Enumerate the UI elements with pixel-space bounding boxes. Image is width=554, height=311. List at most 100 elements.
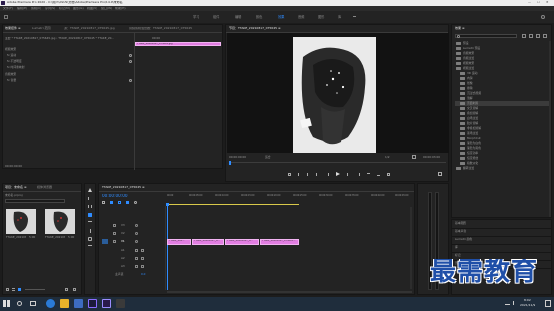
wrench-icon[interactable]	[412, 155, 416, 159]
playhead-marker-icon[interactable]	[229, 161, 231, 165]
effects-tree-item[interactable]: 渐隐为黑色	[455, 146, 550, 151]
menu-marker[interactable]: 标记(M)	[59, 7, 70, 10]
workspace-audio[interactable]: 音频	[298, 15, 304, 19]
timeline-clip[interactable]: TTAKE_202...	[167, 239, 191, 245]
taskbar-date[interactable]: 2021/11/9	[520, 304, 535, 307]
lift-icon[interactable]	[367, 173, 370, 176]
workspace-more-icon[interactable]	[353, 16, 356, 19]
track-header-v3[interactable]: V3	[101, 222, 165, 230]
workspace-effects[interactable]: 效果	[278, 15, 284, 19]
source-patch-icon[interactable]	[102, 239, 108, 244]
program-timecode[interactable]: 00:00:00:00	[229, 156, 246, 159]
list-view-icon[interactable]	[12, 288, 15, 291]
effect-row-volume[interactable]: fx 音量	[7, 79, 16, 82]
timeline-clip[interactable]: TTAKE_20210817_0...	[225, 239, 259, 245]
resolution-dropdown[interactable]: 1/2	[385, 156, 390, 159]
menu-graphics[interactable]: 图形(G)	[73, 7, 84, 10]
effects-tree-item[interactable]: 音频过渡	[455, 56, 550, 61]
effect-row-motion[interactable]: fx 运动	[7, 54, 16, 57]
effects-tree-item[interactable]: 恒定功率	[455, 151, 550, 156]
add-marker-icon[interactable]	[288, 173, 291, 176]
go-to-out-icon[interactable]	[357, 173, 360, 176]
tab-lumetri-scopes[interactable]: Lumetri 范围	[32, 27, 51, 30]
go-to-in-icon[interactable]	[316, 173, 319, 176]
step-forward-icon[interactable]	[347, 173, 350, 176]
effects-tree-item[interactable]: 视频过渡	[455, 66, 550, 71]
panel-essential-graphics[interactable]: 基本图形	[455, 222, 466, 225]
work-area-bar[interactable]	[167, 204, 299, 205]
step-back-icon[interactable]	[326, 173, 329, 176]
tab-effect-controls[interactable]: 效果控件 ≡	[5, 27, 20, 30]
panel-libraries[interactable]: 库	[455, 246, 458, 249]
volume-icon[interactable]	[513, 301, 517, 305]
eye-icon[interactable]	[135, 232, 138, 235]
icon-view-icon[interactable]	[18, 288, 21, 291]
workspace-graphics[interactable]: 图形	[318, 15, 324, 19]
menu-edit[interactable]: 编辑(E)	[17, 7, 27, 10]
premiere-pro-icon[interactable]	[102, 299, 111, 308]
timeline-clip[interactable]: TTAKE_20210817_075645...	[260, 239, 299, 245]
add-marker-icon[interactable]	[126, 201, 129, 204]
new-folder-icon[interactable]	[543, 34, 547, 38]
solo-icon[interactable]	[141, 265, 144, 268]
close-button[interactable]: ✕	[546, 1, 549, 4]
effects-tree-item[interactable]: 黑场过渡	[455, 131, 550, 136]
selection-tool-icon[interactable]	[88, 188, 92, 192]
hand-tool-icon[interactable]	[88, 237, 92, 241]
menu-view[interactable]: 视图(V)	[87, 7, 97, 10]
reset-icon[interactable]	[129, 79, 132, 82]
effects-tree-item[interactable]: 叠加溶解	[455, 111, 550, 116]
type-tool-icon[interactable]	[88, 245, 92, 249]
maximize-button[interactable]: ☐	[537, 1, 540, 4]
menu-sequence[interactable]: 序列(S)	[45, 7, 55, 10]
tab-timeline[interactable]: TTAKE_20210817_075645 ≡	[102, 186, 144, 189]
razor-tool-icon[interactable]	[88, 213, 92, 217]
program-scrub-bar[interactable]	[229, 162, 446, 163]
effects-tree-item[interactable]: 恒定增益	[455, 156, 550, 161]
fit-dropdown[interactable]: 适合	[265, 156, 271, 159]
clip-header[interactable]: 主要 * TTAKE_20210817_075645.jpg › TTAKE_2…	[5, 37, 130, 40]
edge-browser-icon[interactable]	[46, 299, 55, 308]
menu-window[interactable]: 窗口(W)	[101, 7, 112, 10]
effects-tree-item[interactable]: 白场过渡	[455, 116, 550, 121]
lock-icon[interactable]	[113, 240, 116, 243]
tab-project[interactable]: 项目：未命名 ≡	[5, 186, 26, 189]
extract-icon[interactable]	[377, 173, 380, 176]
32bit-effects-icon[interactable]	[529, 34, 533, 38]
effects-panel-title[interactable]: 效果 ≡	[455, 27, 464, 30]
pen-tool-icon[interactable]	[88, 229, 91, 233]
ripple-edit-tool-icon[interactable]	[88, 205, 92, 208]
effects-tree-item[interactable]: 指数淡化	[455, 161, 550, 166]
track-header-v2[interactable]: V2	[101, 230, 165, 238]
effect-row-time-remap[interactable]: fx 时间重映射	[7, 66, 25, 69]
timeline-ruler[interactable]: 00:00 00:00:05:00 00:00:10:00 00:00:15:0…	[167, 193, 413, 207]
search-icon[interactable]	[541, 15, 545, 19]
lock-icon[interactable]	[6, 288, 9, 291]
tab-source[interactable]: 源：TTAKE_20210817_075645.jpg	[64, 27, 126, 30]
export-frame-icon[interactable]	[387, 173, 390, 176]
mark-in-icon[interactable]	[298, 173, 300, 176]
tab-program[interactable]: 节目：TTAKE_20210817_075645 ≡	[229, 27, 280, 30]
track-select-tool-icon[interactable]	[88, 197, 92, 200]
effects-tree-item[interactable]: 预设	[455, 41, 550, 46]
effects-tree-item[interactable]: 溶解	[455, 96, 550, 101]
slip-tool-icon[interactable]	[88, 221, 92, 224]
lock-icon[interactable]	[113, 224, 116, 227]
workspace-libraries[interactable]: 库	[338, 15, 341, 19]
notification-icon[interactable]	[545, 300, 551, 307]
panel-markers[interactable]: 标记	[455, 254, 461, 257]
add-button-icon[interactable]	[438, 172, 442, 176]
play-icon[interactable]	[336, 172, 340, 176]
timeline-zoom-scrollbar[interactable]	[167, 291, 412, 293]
task-view-icon[interactable]	[30, 301, 36, 306]
mute-icon[interactable]	[135, 265, 138, 268]
network-icon[interactable]	[505, 301, 510, 305]
timeline-clip[interactable]: TTAKE_20210817_0...	[192, 239, 224, 245]
effects-tree-item[interactable]: 划像	[455, 81, 550, 86]
effects-search-field[interactable]	[455, 34, 517, 38]
menu-help[interactable]: 帮助(H)	[115, 7, 126, 10]
tab-media-browser[interactable]: 媒体浏览器	[37, 186, 52, 189]
effects-scrollbar[interactable]	[549, 41, 551, 217]
effects-tree-item[interactable]: 渐隐为白色	[455, 141, 550, 146]
track-header-master[interactable]: 主声道 0.0	[101, 271, 165, 279]
